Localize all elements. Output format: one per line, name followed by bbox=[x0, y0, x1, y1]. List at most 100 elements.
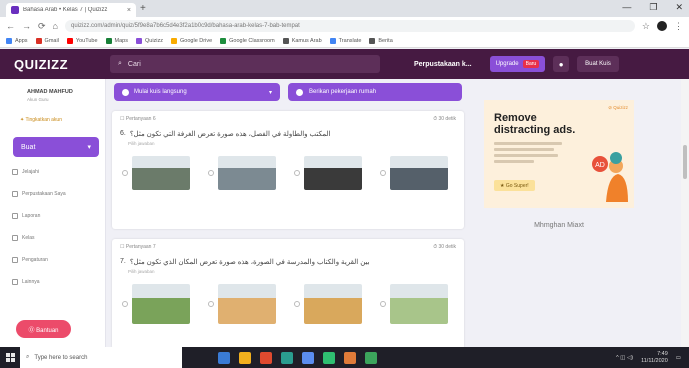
help-button[interactable]: ⓪ Bantuan bbox=[16, 320, 71, 338]
answer-option[interactable] bbox=[294, 284, 362, 324]
radio-icon[interactable] bbox=[294, 301, 300, 307]
browser-tab-bar: Bahasa Arab • Kelas 7 | Quizizz × + — ❐ … bbox=[0, 0, 689, 17]
answer-option[interactable] bbox=[208, 156, 276, 190]
sidebar-nav-label: Perpustakaan Saya bbox=[22, 191, 66, 197]
sidebar-nav-item[interactable]: Pengaturan bbox=[12, 255, 66, 265]
nav-icon bbox=[12, 279, 18, 285]
forward-button[interactable]: → bbox=[22, 21, 31, 31]
taskbar-app-icon[interactable] bbox=[344, 351, 356, 364]
bookmark-icon bbox=[282, 38, 289, 44]
clock[interactable]: 7:49 11/11/2020 bbox=[641, 351, 668, 365]
sidebar-nav-label: Jelajahi bbox=[22, 169, 39, 175]
sidebar-nav-item[interactable]: Lainnya bbox=[12, 277, 66, 287]
nav-icon bbox=[12, 169, 18, 175]
minimize-button[interactable]: — bbox=[622, 2, 631, 13]
bookmark-label: Apps bbox=[15, 38, 28, 44]
sidebar-nav: Jelajahi Perpustakaan Saya Laporan Kelas Pen… bbox=[12, 167, 66, 287]
bookmark-label: Quizizz bbox=[145, 38, 164, 44]
answer-option[interactable] bbox=[122, 156, 190, 190]
answer-image bbox=[132, 156, 190, 190]
taskbar-search-placeholder: Type here to search bbox=[34, 354, 88, 361]
back-button[interactable]: ← bbox=[6, 21, 15, 31]
ad-title-line: distracting ads. bbox=[494, 124, 576, 136]
bookmark-item[interactable]: Kamus Arab bbox=[282, 38, 322, 44]
reload-button[interactable]: ⟳ bbox=[38, 21, 46, 32]
answer-image bbox=[304, 156, 362, 190]
home-button[interactable]: ⌂ bbox=[53, 21, 58, 31]
sidebar-nav-item[interactable]: Laporan bbox=[12, 211, 66, 221]
scroll-thumb[interactable] bbox=[683, 145, 687, 179]
clock-date: 11/11/2020 bbox=[641, 357, 668, 364]
notification-bell-icon[interactable]: ● bbox=[553, 56, 570, 72]
notification-icon[interactable]: ▭ bbox=[676, 355, 681, 361]
assign-homework-button[interactable]: Berikan pekerjaan rumah bbox=[288, 83, 462, 101]
bookmark-item[interactable]: Translate bbox=[329, 38, 361, 44]
answer-option[interactable] bbox=[208, 284, 276, 324]
quizizz-logo[interactable]: QUIZIZZ bbox=[0, 57, 110, 72]
start-button[interactable] bbox=[0, 347, 20, 368]
taskbar-app-icon[interactable] bbox=[281, 351, 293, 364]
bookmark-item[interactable]: Maps bbox=[105, 38, 128, 44]
taskbar-search-input[interactable]: ⌕ Type here to search bbox=[20, 347, 182, 368]
bookmark-label: Maps bbox=[114, 38, 128, 44]
star-icon[interactable]: ☆ bbox=[642, 21, 650, 32]
chevron-down-icon: ▾ bbox=[87, 144, 91, 151]
go-super-button[interactable]: ★ Go Super! bbox=[494, 180, 535, 191]
sidebar-nav-label: Lainnya bbox=[22, 279, 40, 285]
radio-icon[interactable] bbox=[122, 301, 128, 307]
radio-icon[interactable] bbox=[208, 170, 214, 176]
menu-icon[interactable]: ⋮ bbox=[674, 21, 683, 32]
tray-icons[interactable]: ^ ◫ ◁) bbox=[616, 355, 633, 361]
create-button[interactable]: Buat ▾ bbox=[13, 137, 99, 157]
answer-option[interactable] bbox=[122, 284, 190, 324]
bookmark-icon bbox=[105, 38, 112, 44]
radio-icon[interactable] bbox=[208, 301, 214, 307]
bookmark-icon bbox=[171, 38, 178, 44]
bookmark-label: Kamus Arab bbox=[291, 38, 322, 44]
bookmark-item[interactable]: Gmail bbox=[35, 38, 59, 44]
close-tab-icon[interactable]: × bbox=[127, 7, 131, 14]
assign-homework-label: Berikan pekerjaan rumah bbox=[309, 89, 377, 95]
taskbar-app-icon[interactable] bbox=[239, 351, 251, 364]
bookmark-item[interactable]: YouTube bbox=[66, 38, 98, 44]
play-icon bbox=[122, 88, 129, 96]
answer-option[interactable] bbox=[380, 284, 448, 324]
create-button-label: Buat bbox=[21, 143, 36, 151]
bookmark-icon bbox=[220, 38, 227, 44]
maximize-button[interactable]: ❐ bbox=[649, 2, 657, 13]
page-scrollbar[interactable] bbox=[681, 79, 689, 347]
bookmark-item[interactable]: Apps bbox=[6, 38, 28, 44]
upgrade-account-link[interactable]: ✦ Tingkatkan akun bbox=[20, 117, 62, 123]
answer-option[interactable] bbox=[380, 156, 448, 190]
radio-icon[interactable] bbox=[122, 170, 128, 176]
radio-icon[interactable] bbox=[294, 170, 300, 176]
answer-option[interactable] bbox=[294, 156, 362, 190]
bookmark-item[interactable]: Google Drive bbox=[171, 38, 212, 44]
bookmark-item[interactable]: Berita bbox=[369, 38, 393, 44]
upgrade-label: Upgrade bbox=[495, 61, 519, 67]
profile-avatar[interactable] bbox=[657, 21, 667, 31]
close-window-button[interactable]: ✕ bbox=[675, 2, 683, 13]
browser-tab[interactable]: Bahasa Arab • Kelas 7 | Quizizz × bbox=[6, 3, 136, 17]
bookmark-item[interactable]: Google Classroom bbox=[220, 38, 275, 44]
search-input[interactable]: ⌕ Cari bbox=[110, 55, 380, 73]
start-live-quiz-button[interactable]: Mulai kuis langsung ▾ bbox=[114, 83, 280, 101]
url-field[interactable]: quizizz.com/admin/quiz/5f9e8a7b6c5d4e3f2… bbox=[64, 20, 635, 32]
library-link[interactable]: Perpustakaan k... bbox=[414, 61, 472, 68]
taskbar-app-icon[interactable] bbox=[302, 351, 314, 364]
create-quiz-button[interactable]: Buat Kuis bbox=[577, 56, 619, 72]
ad-panel[interactable]: ⊘ Quizizz Remove distracting ads. ★ Go S… bbox=[484, 100, 634, 208]
taskbar-app-icon[interactable] bbox=[260, 351, 272, 364]
taskbar-app-icon[interactable] bbox=[218, 351, 230, 364]
sidebar-nav-item[interactable]: Kelas bbox=[12, 233, 66, 243]
sidebar-nav-item[interactable]: Perpustakaan Saya bbox=[12, 189, 66, 199]
new-tab-button[interactable]: + bbox=[140, 3, 146, 14]
bookmark-label: Google Classroom bbox=[229, 38, 275, 44]
upgrade-button[interactable]: Upgrade Baru bbox=[489, 56, 546, 72]
sidebar-nav-item[interactable]: Jelajahi bbox=[12, 167, 66, 177]
bookmark-item[interactable]: Quizizz bbox=[136, 38, 163, 44]
taskbar-app-icon[interactable] bbox=[323, 351, 335, 364]
taskbar-app-icon[interactable] bbox=[365, 351, 377, 364]
radio-icon[interactable] bbox=[380, 301, 386, 307]
radio-icon[interactable] bbox=[380, 170, 386, 176]
